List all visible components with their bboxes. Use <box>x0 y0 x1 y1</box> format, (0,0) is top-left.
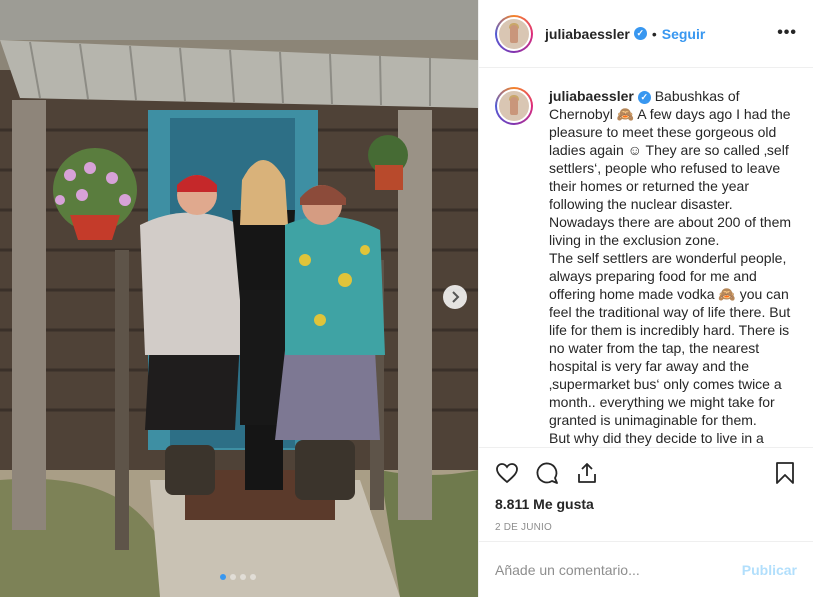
caption-username[interactable]: juliabaessler <box>549 88 634 104</box>
caption-paragraph: But why did they decide to live in a <box>549 430 764 446</box>
caption-area[interactable]: juliabaessler ✓ Babushkas of Chernobyl 🙈 … <box>479 69 813 447</box>
caption-paragraph: Babushkas of Chernobyl 🙈 A few days ago … <box>549 88 795 248</box>
avatar-image <box>497 89 531 123</box>
caption-text: juliabaessler ✓ Babushkas of Chernobyl 🙈 … <box>549 87 797 447</box>
comment-icon <box>536 462 558 484</box>
like-button[interactable] <box>495 461 519 485</box>
comment-input[interactable] <box>495 561 742 578</box>
follow-button[interactable]: Seguir <box>662 26 706 42</box>
username-link[interactable]: juliabaessler <box>545 26 630 42</box>
caption-paragraph: The self settlers are wonderful people, … <box>549 250 795 428</box>
caption: juliabaessler ✓ Babushkas of Chernobyl 🙈 … <box>495 87 797 447</box>
carousel-next-button[interactable] <box>443 285 467 309</box>
post-side-panel: juliabaessler ✓ • Seguir ••• juliabaessl… <box>478 0 813 597</box>
carousel-dot <box>220 574 226 580</box>
post-photo[interactable] <box>0 0 478 597</box>
carousel-dot <box>240 574 246 580</box>
carousel-dot <box>230 574 236 580</box>
avatar-image <box>497 16 531 51</box>
separator: • <box>651 25 657 42</box>
post-date[interactable]: 2 DE JUNIO <box>495 522 797 533</box>
heart-icon <box>496 463 518 484</box>
caption-avatar[interactable] <box>495 87 533 125</box>
chevron-right-icon <box>452 291 460 303</box>
comment-box: Publicar <box>479 541 813 597</box>
post-actions: 8.811 Me gusta 2 DE JUNIO <box>479 447 813 533</box>
verified-badge-icon: ✓ <box>633 27 647 40</box>
photo-illustration <box>0 0 478 597</box>
post-header: juliabaessler ✓ • Seguir ••• <box>479 0 813 68</box>
bookmark-icon <box>776 462 794 484</box>
carousel-dot <box>250 574 256 580</box>
share-button[interactable] <box>575 461 599 485</box>
verified-badge-icon: ✓ <box>637 90 651 104</box>
save-button[interactable] <box>773 461 797 485</box>
comment-button[interactable] <box>535 461 559 485</box>
avatar[interactable] <box>495 14 533 53</box>
likes-count[interactable]: 8.811 Me gusta <box>495 496 797 512</box>
more-options-button[interactable]: ••• <box>777 24 797 42</box>
share-icon <box>578 463 596 483</box>
carousel-indicator <box>220 574 256 580</box>
publish-button[interactable]: Publicar <box>742 562 797 578</box>
